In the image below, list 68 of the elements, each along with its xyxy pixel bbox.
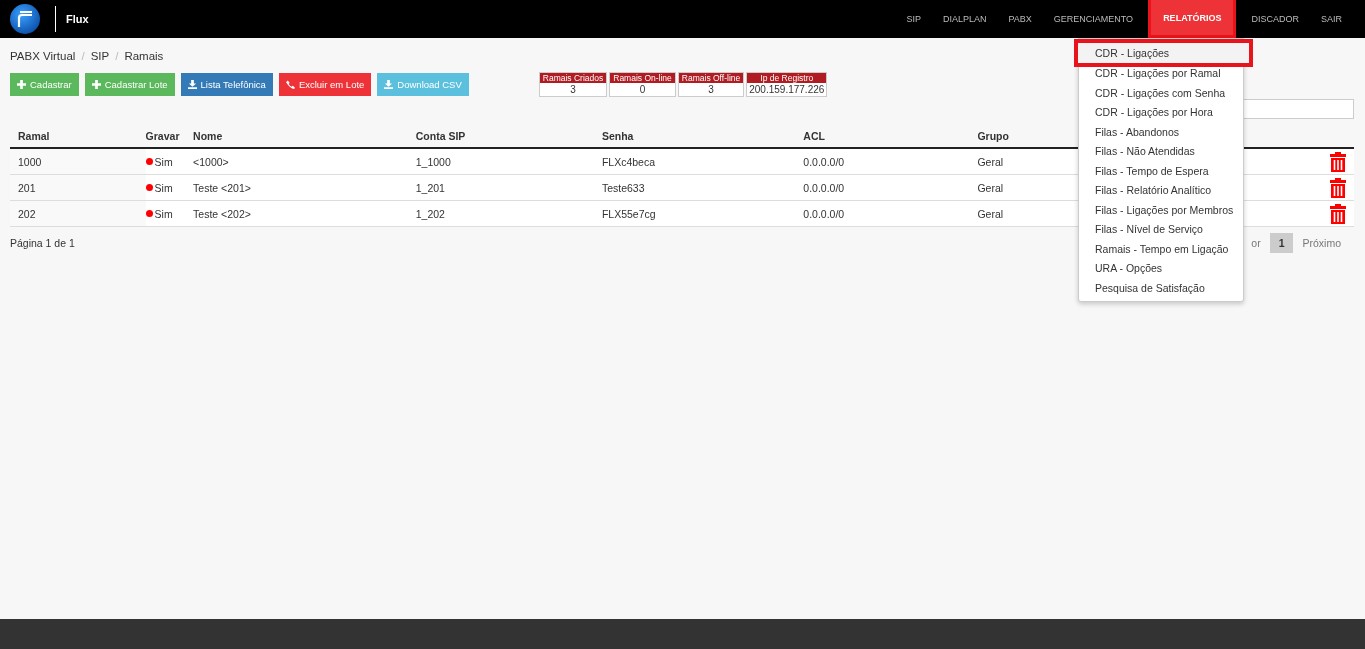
brand-title: Flux	[66, 13, 89, 25]
dropdown-item[interactable]: Pesquisa de Satisfação	[1079, 278, 1243, 298]
search-field[interactable]	[1242, 99, 1354, 119]
table-cell: Sim	[154, 155, 173, 168]
table-cell: 1_1000	[407, 148, 594, 175]
dropdown-item[interactable]: Filas - Relatório Analítico	[1079, 181, 1243, 201]
stat-label: Ramais On-line	[610, 73, 675, 83]
nav-item[interactable]: PABX	[997, 0, 1043, 38]
dropdown-item[interactable]: URA - Opções	[1079, 259, 1243, 279]
action-button[interactable]: Lista Telefônica	[180, 73, 273, 96]
table-cell: 1_202	[407, 200, 594, 227]
nav-item[interactable]: DIALPLAN	[931, 0, 998, 38]
dropdown-item[interactable]: Ramais - Tempo em Ligação	[1079, 239, 1243, 259]
table-cell: 1000	[10, 148, 146, 175]
table-cell: <1000>	[185, 148, 408, 175]
stat-value: 0	[638, 83, 647, 96]
table-cell: 0.0.0.0/0	[795, 174, 970, 201]
download-icon	[187, 80, 197, 89]
page-info: Página 1 de 1	[10, 237, 75, 249]
pagination-link[interactable]: Próximo	[1293, 233, 1350, 253]
table-cell: Teste <202>	[185, 200, 408, 227]
delete-button[interactable]	[1329, 177, 1346, 198]
nav-item[interactable]: DISCADOR	[1240, 0, 1310, 38]
nav-item[interactable]: GERENCIAMENTO	[1042, 0, 1145, 38]
table-cell: 201	[10, 174, 146, 201]
table-cell: Sim	[154, 181, 173, 194]
dropdown-item[interactable]: CDR - Ligações	[1077, 42, 1250, 64]
breadcrumb-link[interactable]: PABX Virtual	[10, 50, 76, 62]
trash-icon	[1329, 203, 1346, 224]
stat-label: Ramais Off-line	[678, 73, 744, 83]
table-cell: 1_201	[407, 174, 594, 201]
table-cell: Teste <201>	[185, 174, 408, 201]
download-icon	[384, 80, 394, 89]
nav-item[interactable]: SAIR	[1310, 0, 1353, 38]
stat-label: Ip de Registro	[747, 73, 827, 83]
delete-button[interactable]	[1329, 203, 1346, 224]
plus-icon	[91, 80, 101, 89]
phone-icon	[285, 80, 295, 89]
nav-item[interactable]: RELATÓRIOS	[1148, 0, 1237, 38]
breadcrumb-link[interactable]: SIP	[90, 50, 110, 62]
pagination-link[interactable]: 1	[1269, 233, 1294, 253]
dropdown-item[interactable]: CDR - Ligações com Senha	[1079, 83, 1243, 103]
table-cell: FLX55e7cg	[593, 200, 796, 227]
dropdown-item[interactable]: Filas - Ligações por Membros	[1079, 200, 1243, 220]
dropdown-item[interactable]: CDR - Ligações por Hora	[1079, 103, 1243, 123]
breadcrumb-separator: /	[81, 50, 85, 62]
breadcrumb-link[interactable]: Ramais	[124, 50, 164, 62]
trash-icon	[1329, 177, 1346, 198]
dropdown-item[interactable]: Filas - Abandonos	[1079, 122, 1243, 142]
delete-button[interactable]	[1329, 151, 1346, 172]
pagination-link[interactable]: or	[1242, 233, 1270, 253]
table-cell: FLXc4beca	[593, 148, 796, 175]
plus-icon	[17, 80, 26, 89]
table-cell: 0.0.0.0/0	[795, 148, 970, 175]
nav-item[interactable]: SIP	[895, 0, 932, 38]
stat-value: 3	[707, 83, 715, 96]
table-cell: 202	[10, 200, 146, 227]
stat-value: 3	[569, 83, 577, 96]
trash-icon	[1329, 151, 1346, 172]
action-button[interactable]: Excluir em Lote	[278, 73, 372, 96]
breadcrumb-separator: /	[115, 50, 119, 62]
table-cell: Teste633	[593, 174, 796, 201]
table-cell: 0.0.0.0/0	[795, 200, 970, 227]
logo-icon	[10, 4, 40, 34]
stat-label: Ramais Criados	[539, 73, 607, 83]
dropdown-item[interactable]: CDR - Ligações por Ramal	[1079, 64, 1243, 84]
stat-value: 200.159.177.226	[748, 83, 826, 96]
table-cell: Sim	[154, 207, 173, 220]
